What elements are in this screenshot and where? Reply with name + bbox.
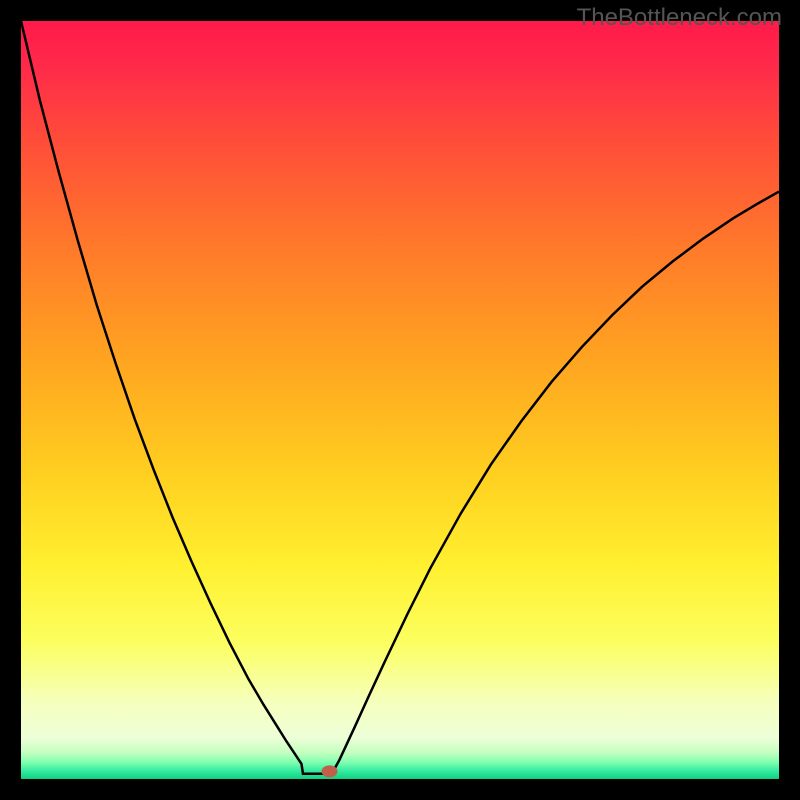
optimal-point-marker [322,765,338,777]
watermark-text: TheBottleneck.com [577,4,782,32]
chart-container: TheBottleneck.com [0,0,800,800]
heat-background [21,21,779,779]
plot-area [21,21,779,779]
chart-svg [21,21,779,779]
